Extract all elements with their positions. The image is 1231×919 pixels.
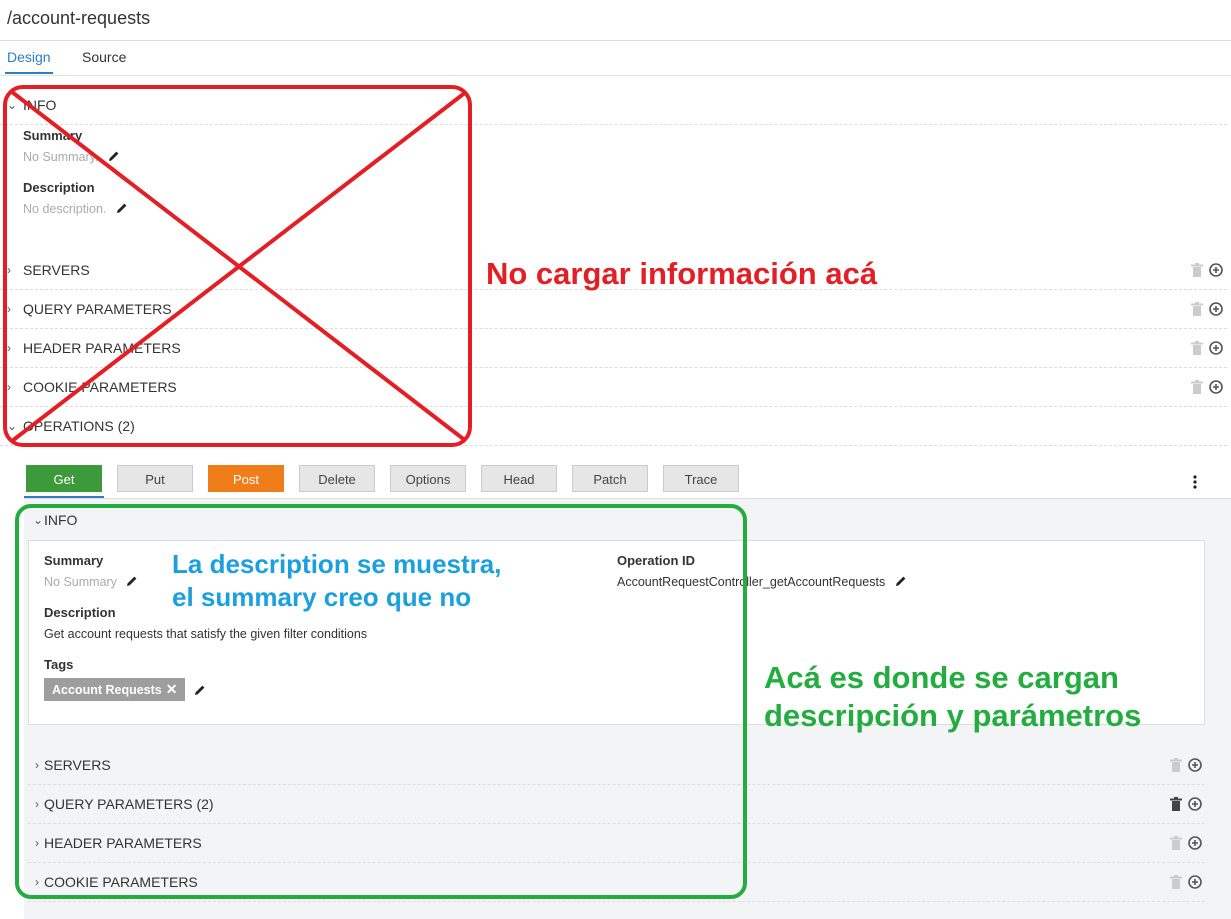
method-tab-get[interactable]: Get — [26, 465, 102, 492]
annotation-blue-text: La description se muestra, el summary cr… — [172, 548, 501, 614]
description-label: Description — [23, 180, 95, 195]
add-circle-icon[interactable] — [1209, 263, 1223, 277]
section-label: HEADER PARAMETERS — [23, 340, 181, 356]
chevron-right-icon: › — [7, 341, 11, 355]
section-label: OPERATIONS (2) — [23, 418, 135, 434]
summary-text: No Summary — [44, 575, 117, 589]
method-tab-options[interactable]: Options — [390, 465, 466, 492]
annotation-green-line: descripción y parámetros — [764, 698, 1142, 733]
section-label: QUERY PARAMETERS — [23, 301, 172, 317]
op-section-servers[interactable]: › SERVERS — [28, 746, 1205, 785]
more-vertical-icon[interactable] — [1192, 474, 1198, 490]
summary-label: Summary — [44, 553, 104, 568]
annotation-green-text: Acá es donde se cargan descripción y par… — [764, 659, 1141, 735]
section-path-info[interactable]: ⌄ INFO — [0, 86, 1227, 125]
section-label: COOKIE PARAMETERS — [23, 379, 177, 395]
tabs-divider — [0, 75, 1231, 76]
description-label: Description — [44, 605, 116, 620]
add-circle-icon[interactable] — [1209, 380, 1223, 394]
section-label: QUERY PARAMETERS (2) — [44, 796, 214, 812]
trash-icon[interactable] — [1170, 836, 1182, 850]
add-circle-icon[interactable] — [1188, 797, 1202, 811]
add-circle-icon[interactable] — [1188, 758, 1202, 772]
operation-id-text: AccountRequestController_getAccountReque… — [617, 575, 886, 589]
tab-source[interactable]: Source — [82, 49, 126, 65]
operation-id-value[interactable]: AccountRequestController_getAccountReque… — [617, 575, 907, 589]
summary-label: Summary — [23, 128, 83, 143]
chevron-down-icon: ⌄ — [7, 419, 18, 433]
method-tab-patch[interactable]: Patch — [572, 465, 648, 492]
method-tab-head[interactable]: Head — [481, 465, 557, 492]
section-label: REQUEST BODY — [44, 906, 155, 919]
method-tab-post[interactable]: Post — [208, 465, 284, 492]
chevron-right-icon: › — [7, 380, 11, 394]
trash-icon[interactable] — [1170, 758, 1182, 772]
active-tab-indicator — [5, 72, 53, 74]
description-value[interactable]: Get account requests that satisfy the gi… — [44, 627, 367, 641]
section-label: INFO — [23, 97, 57, 113]
tab-design[interactable]: Design — [7, 49, 51, 65]
pencil-icon[interactable] — [116, 202, 128, 214]
methods-divider — [24, 498, 1231, 499]
trash-icon[interactable] — [1191, 263, 1203, 277]
remove-tag-icon[interactable]: ✕ — [166, 681, 178, 697]
tags-label: Tags — [44, 657, 74, 672]
add-circle-icon[interactable] — [1209, 341, 1223, 355]
title-divider — [0, 40, 1231, 41]
trash-icon[interactable] — [1191, 380, 1203, 394]
section-operation-info[interactable]: ⌄ INFO — [24, 501, 1231, 540]
trash-icon[interactable] — [1170, 875, 1182, 889]
section-cookie-parameters[interactable]: › COOKIE PARAMETERS — [0, 368, 1227, 407]
annotation-red-text: No cargar información acá — [486, 256, 878, 291]
operation-id-label: Operation ID — [617, 553, 696, 568]
op-section-cookie-parameters[interactable]: › COOKIE PARAMETERS — [28, 863, 1205, 902]
section-label: COOKIE PARAMETERS — [44, 874, 198, 890]
method-tab-trace[interactable]: Trace — [663, 465, 739, 492]
pencil-icon[interactable] — [126, 575, 138, 587]
pencil-icon[interactable] — [108, 150, 120, 162]
add-circle-icon[interactable] — [1188, 875, 1202, 889]
add-circle-icon[interactable] — [1209, 302, 1223, 316]
pencil-icon[interactable] — [895, 575, 907, 587]
chevron-right-icon: › — [35, 836, 39, 850]
trash-icon[interactable] — [1191, 302, 1203, 316]
summary-value[interactable]: No Summary. — [23, 150, 120, 164]
summary-text: No Summary. — [23, 150, 99, 164]
summary-value[interactable]: No Summary — [44, 575, 138, 589]
section-label: SERVERS — [44, 757, 111, 773]
chevron-right-icon: › — [35, 875, 39, 889]
tag-label: Account Requests — [52, 683, 162, 697]
chevron-right-icon: › — [35, 758, 39, 772]
annotation-blue-line: el summary creo que no — [172, 582, 472, 612]
method-tab-put[interactable]: Put — [117, 465, 193, 492]
tag-chip: Account Requests ✕ — [44, 678, 186, 701]
page-title: /account-requests — [7, 8, 151, 28]
section-query-parameters[interactable]: › QUERY PARAMETERS — [0, 290, 1227, 329]
annotation-blue-line: La description se muestra, — [172, 549, 502, 579]
op-section-header-parameters[interactable]: › HEADER PARAMETERS — [28, 824, 1205, 863]
annotation-green-line: Acá es donde se cargan — [764, 660, 1119, 695]
chevron-down-icon: ⌄ — [33, 513, 44, 527]
trash-icon[interactable] — [1191, 341, 1203, 355]
section-label: SERVERS — [23, 262, 90, 278]
chevron-down-icon: ⌄ — [7, 98, 18, 112]
chevron-right-icon: › — [35, 797, 39, 811]
op-section-query-parameters[interactable]: › QUERY PARAMETERS (2) — [28, 785, 1205, 824]
description-text: No description. — [23, 202, 107, 216]
trash-icon[interactable] — [1170, 797, 1182, 811]
section-label: INFO — [44, 512, 78, 528]
chevron-right-icon: › — [7, 263, 11, 277]
section-label: HEADER PARAMETERS — [44, 835, 202, 851]
method-tab-delete[interactable]: Delete — [299, 465, 375, 492]
pencil-icon[interactable] — [194, 684, 206, 696]
section-header-parameters[interactable]: › HEADER PARAMETERS — [0, 329, 1227, 368]
chevron-right-icon: › — [7, 302, 11, 316]
add-circle-icon[interactable] — [1188, 836, 1202, 850]
op-section-request-body[interactable]: REQUEST BODY — [28, 902, 1205, 919]
description-value[interactable]: No description. — [23, 202, 128, 216]
section-operations[interactable]: ⌄ OPERATIONS (2) — [0, 407, 1227, 446]
